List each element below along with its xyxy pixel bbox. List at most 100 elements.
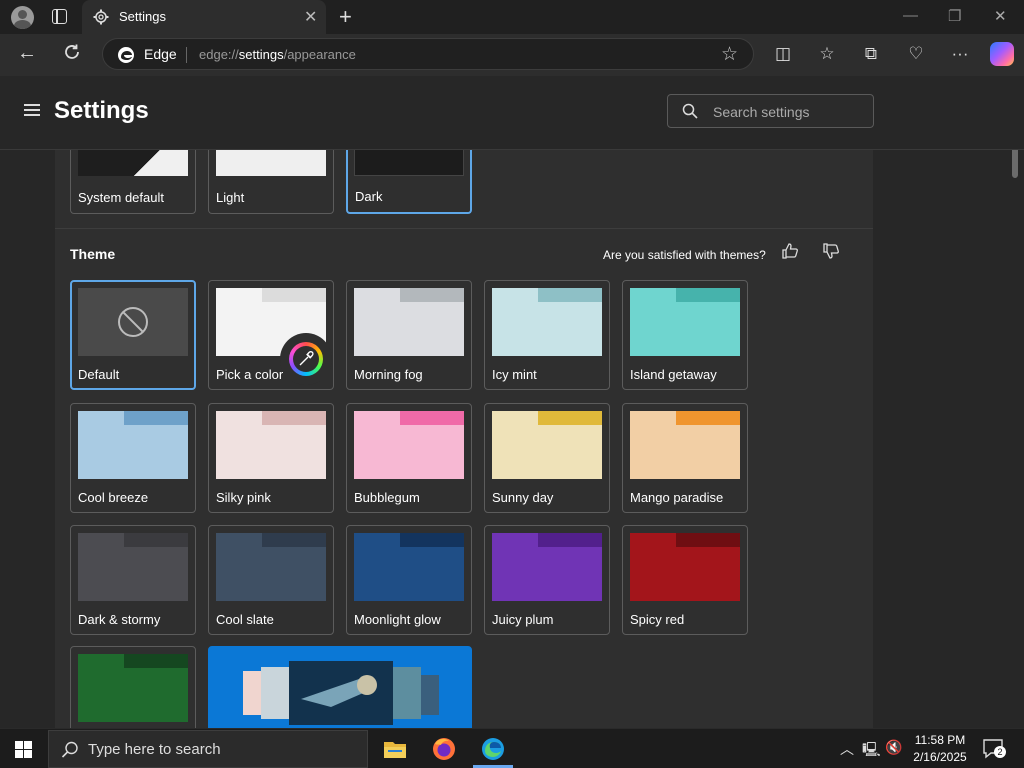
theme-thumbnail (78, 533, 188, 601)
theme-label: Bubblegum (354, 490, 420, 505)
theme-label: Pick a color (216, 367, 284, 382)
theme-card-island-getaway[interactable]: Island getaway (622, 280, 748, 390)
theme-thumbnail (492, 288, 602, 356)
profile-avatar-icon[interactable] (11, 6, 34, 29)
theme-card-default[interactable]: Default (70, 280, 196, 390)
theme-card-bubblegum[interactable]: Bubblegum (346, 403, 472, 513)
restore-icon[interactable]: ❐ (948, 7, 961, 25)
search-settings-input[interactable]: Search settings (667, 94, 874, 128)
theme-thumbnail (354, 533, 464, 601)
browser-tab-settings[interactable]: Settings ✕ (82, 0, 326, 34)
close-window-icon[interactable]: ✕ (994, 7, 1007, 25)
network-icon[interactable]: 🖳 (862, 739, 881, 763)
reload-icon[interactable] (62, 42, 82, 62)
search-placeholder: Search settings (713, 104, 810, 120)
theme-label: Island getaway (630, 367, 717, 382)
browser-essentials-icon[interactable]: ♡ (905, 43, 927, 65)
theme-card-moonlight-glow[interactable]: Moonlight glow (346, 525, 472, 635)
theme-label: Morning fog (354, 367, 423, 382)
gear-icon (93, 9, 109, 25)
theme-card-discover-more[interactable] (208, 646, 472, 728)
menu-hamburger-icon[interactable] (24, 104, 40, 116)
thumbs-down-icon[interactable] (822, 242, 840, 260)
theme-heading: Theme (70, 246, 116, 262)
copilot-icon[interactable] (990, 42, 1014, 66)
taskbar-search-input[interactable]: Type here to search (48, 730, 368, 768)
theme-card-dark-stormy[interactable]: Dark & stormy (70, 525, 196, 635)
taskbar-search-placeholder: Type here to search (88, 741, 221, 758)
tab-actions-icon[interactable] (52, 9, 67, 24)
browser-toolbar: ← Edge edge://settings/appearance ☆ ◫ ☆ … (0, 34, 1024, 76)
back-arrow-icon[interactable]: ← (17, 42, 37, 65)
more-options-icon[interactable]: ··· (949, 43, 971, 65)
page-title: Settings (54, 97, 149, 124)
favorites-icon[interactable]: ☆ (816, 43, 838, 65)
system-clock[interactable]: 11:58 PM 2/16/2025 (913, 732, 967, 766)
theme-card-green[interactable] (70, 646, 196, 728)
theme-thumbnail (354, 288, 464, 356)
theme-label: Spicy red (630, 612, 685, 627)
new-tab-button[interactable]: + (339, 4, 352, 30)
thumbs-up-icon[interactable] (781, 242, 799, 260)
mode-label: Light (216, 190, 245, 205)
tab-title: Settings (119, 9, 166, 24)
split-screen-icon[interactable]: ◫ (772, 43, 794, 65)
theme-card-spicy-red[interactable]: Spicy red (622, 525, 748, 635)
theme-card-juicy-plum[interactable]: Juicy plum (484, 525, 610, 635)
windows-start-icon[interactable] (15, 741, 32, 758)
theme-card-cool-breeze[interactable]: Cool breeze (70, 403, 196, 513)
mode-light[interactable]: Light (208, 150, 334, 214)
search-icon (61, 741, 78, 758)
color-picker-button[interactable] (280, 333, 332, 385)
section-divider (55, 228, 873, 229)
file-explorer-icon[interactable] (382, 736, 408, 762)
address-url: edge://settings/appearance (199, 47, 356, 62)
theme-thumbnail (630, 411, 740, 479)
theme-label: Sunny day (492, 490, 554, 505)
close-tab-icon[interactable]: ✕ (304, 7, 317, 27)
theme-card-cool-slate[interactable]: Cool slate (208, 525, 334, 635)
notification-center-icon[interactable]: 2 (983, 739, 1006, 759)
theme-thumbnail (492, 533, 602, 601)
volume-muted-icon[interactable]: 🔇 (885, 739, 902, 756)
clock-time: 11:58 PM (914, 733, 966, 747)
mode-label: Dark (355, 189, 383, 204)
theme-thumbnail (630, 288, 740, 356)
clock-date: 2/16/2025 (913, 750, 967, 764)
site-identity-label: Edge (144, 46, 177, 62)
edge-app-icon[interactable] (480, 736, 506, 762)
theme-label: Cool slate (216, 612, 274, 627)
theme-label: Moonlight glow (354, 612, 441, 627)
theme-thumbnail (78, 288, 188, 356)
tab-bar: Settings ✕ + — ❐ ✕ (0, 0, 1024, 34)
mode-thumbnail (354, 150, 464, 176)
theme-card-pick-a-color[interactable]: Pick a color (208, 280, 334, 390)
show-hidden-icons-chevron-icon[interactable]: ︿ (840, 739, 854, 759)
address-bar[interactable]: Edge edge://settings/appearance ☆ (102, 38, 754, 70)
collections-icon[interactable]: ⧉ (860, 43, 882, 65)
mode-label: System default (78, 190, 164, 205)
mode-thumbnail (78, 150, 188, 176)
theme-thumbnail (216, 533, 326, 601)
theme-thumbnail (492, 411, 602, 479)
theme-label: Dark & stormy (78, 612, 161, 627)
notification-count-badge: 2 (994, 746, 1006, 758)
theme-thumbnail (630, 533, 740, 601)
appearance-panel: System default Light Dark Theme Are you … (55, 150, 873, 728)
theme-thumbnail (78, 411, 188, 479)
theme-card-sunny-day[interactable]: Sunny day (484, 403, 610, 513)
theme-thumbnail (354, 411, 464, 479)
favorite-star-icon[interactable]: ☆ (721, 43, 738, 66)
settings-header: Settings Search settings (0, 76, 1024, 150)
mode-system-default[interactable]: System default (70, 150, 196, 214)
theme-card-icy-mint[interactable]: Icy mint (484, 280, 610, 390)
settings-page: Settings Search settings System default … (0, 76, 1024, 728)
minimize-icon[interactable]: — (903, 7, 918, 24)
mode-dark[interactable]: Dark (346, 150, 472, 214)
theme-card-morning-fog[interactable]: Morning fog (346, 280, 472, 390)
theme-card-mango-paradise[interactable]: Mango paradise (622, 403, 748, 513)
theme-label: Cool breeze (78, 490, 149, 505)
firefox-icon[interactable] (431, 736, 457, 762)
mode-thumbnail (216, 150, 326, 176)
theme-card-silky-pink[interactable]: Silky pink (208, 403, 334, 513)
